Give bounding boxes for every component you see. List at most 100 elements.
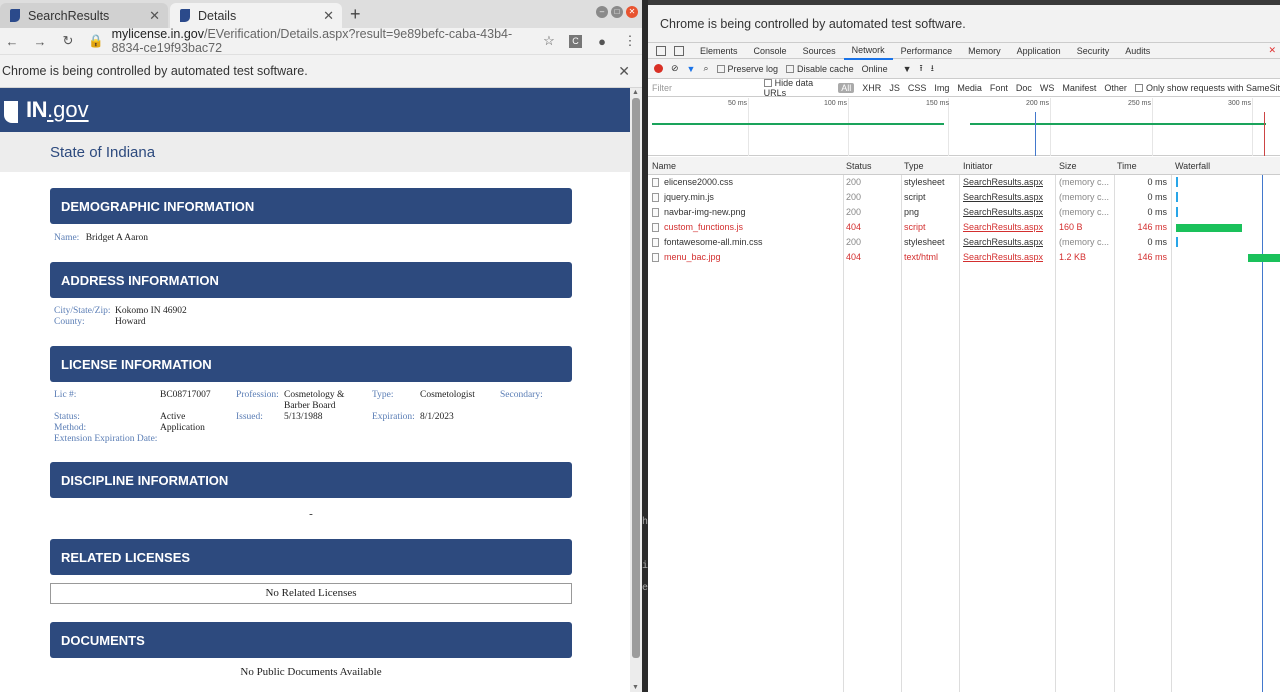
filter-type-js[interactable]: JS <box>889 83 900 93</box>
throttle-select[interactable]: Online ▼ <box>862 64 912 74</box>
tab-performance[interactable]: Performance <box>893 43 961 59</box>
inspect-element-icon[interactable] <box>656 45 666 56</box>
table-row[interactable]: custom_functions.js 404 script SearchResult… <box>648 220 1280 235</box>
filter-type-media[interactable]: Media <box>957 83 982 93</box>
scrollbar-thumb[interactable] <box>632 98 640 658</box>
request-initiator[interactable]: SearchResults.aspx <box>963 205 1043 220</box>
address-bar[interactable]: 🔒 mylicense.in.gov/EVerification/Details… <box>88 27 529 55</box>
in-gov-logo[interactable]: IN .gov <box>4 97 89 123</box>
col-type[interactable]: Type <box>904 157 924 175</box>
disable-cache-checkbox[interactable]: Disable cache <box>786 64 854 74</box>
table-row[interactable]: menu_bac.jpg 404 text/html SearchResults.as… <box>648 250 1280 265</box>
tab-application[interactable]: Application <box>1009 43 1069 59</box>
table-row[interactable]: navbar-img-new.png 200 png SearchResults.as… <box>648 205 1280 220</box>
overview-bar <box>970 123 1266 125</box>
col-name[interactable]: Name <box>652 157 676 175</box>
table-row[interactable]: fontawesome-all.min.css 200 stylesheet Sear… <box>648 235 1280 250</box>
ext-expiration-label: Extension Expiration Date: <box>54 434 158 444</box>
tab-memory[interactable]: Memory <box>960 43 1009 59</box>
request-initiator[interactable]: SearchResults.aspx <box>963 190 1043 205</box>
county-label: County: <box>54 317 85 327</box>
import-har-icon[interactable]: ⭱ <box>920 61 923 77</box>
network-table-header: Name Status Type Initiator Size Time Wat… <box>648 157 1280 175</box>
tab-details[interactable]: Details ✕ <box>170 3 342 28</box>
samesite-checkbox[interactable]: Only show requests with SameSit <box>1134 83 1280 93</box>
network-filter-bar: Filter Hide data URLs All XHR JS CSS Img… <box>648 78 1280 98</box>
tab-elements[interactable]: Elements <box>692 43 746 59</box>
filter-input[interactable]: Filter <box>648 83 756 93</box>
request-initiator[interactable]: SearchResults.aspx <box>963 250 1043 265</box>
method-value: Application <box>160 423 205 433</box>
maximize-icon[interactable]: □ <box>611 6 623 18</box>
section-demographic: DEMOGRAPHIC INFORMATION <box>50 188 572 224</box>
filter-type-other[interactable]: Other <box>1104 83 1127 93</box>
devtools-infobar: Chrome is being controlled by automated … <box>648 5 1280 43</box>
tab-sources[interactable]: Sources <box>795 43 844 59</box>
site-header: IN .gov <box>0 88 630 132</box>
request-type: script <box>904 222 926 232</box>
tab-audits[interactable]: Audits <box>1117 43 1158 59</box>
filter-funnel-icon[interactable]: ▼ <box>687 64 696 74</box>
request-initiator[interactable]: SearchResults.aspx <box>963 220 1043 235</box>
col-initiator[interactable]: Initiator <box>963 157 993 175</box>
profile-icon[interactable]: ● <box>594 34 610 49</box>
close-tab-icon[interactable]: ✕ <box>149 8 160 24</box>
forward-icon[interactable]: → <box>32 34 48 49</box>
table-row[interactable]: elicense2000.css 200 stylesheet SearchResul… <box>648 175 1280 190</box>
filter-type-ws[interactable]: WS <box>1040 83 1055 93</box>
tab-searchresults[interactable]: SearchResults ✕ <box>0 3 168 28</box>
col-waterfall[interactable]: Waterfall <box>1175 157 1210 175</box>
bookmark-star-icon[interactable]: ☆ <box>541 33 557 49</box>
filter-type-font[interactable]: Font <box>990 83 1008 93</box>
extension-icon[interactable]: C <box>569 34 582 48</box>
hide-data-urls-checkbox[interactable]: Hide data URLs <box>763 78 831 98</box>
new-tab-icon[interactable]: + <box>350 4 361 25</box>
back-icon[interactable]: ← <box>4 34 20 49</box>
col-size[interactable]: Size <box>1059 157 1077 175</box>
profession-value-2: Barber Board <box>284 401 336 411</box>
filter-type-doc[interactable]: Doc <box>1016 83 1032 93</box>
filter-type-css[interactable]: CSS <box>908 83 927 93</box>
scroll-up-icon[interactable]: ▲ <box>632 89 639 96</box>
issued-label: Issued: <box>236 412 263 422</box>
favicon-icon <box>10 9 20 22</box>
preserve-log-checkbox[interactable]: Preserve log <box>716 64 778 74</box>
table-row[interactable]: jquery.min.js 200 script SearchResults.aspx… <box>648 190 1280 205</box>
reload-icon[interactable]: ↻ <box>60 33 76 49</box>
tab-console[interactable]: Console <box>746 43 795 59</box>
clear-icon[interactable]: ⊘ <box>671 63 679 74</box>
tick-label: 200 ms <box>1026 100 1049 107</box>
scroll-down-icon[interactable]: ▼ <box>632 684 639 691</box>
record-icon[interactable] <box>654 64 663 73</box>
request-initiator[interactable]: SearchResults.aspx <box>963 235 1043 250</box>
filter-type-all[interactable]: All <box>838 82 855 93</box>
search-icon[interactable]: ⌕ <box>703 63 708 74</box>
request-type: png <box>904 207 920 217</box>
request-name: navbar-img-new.png <box>664 207 746 217</box>
export-har-icon[interactable]: ⭳ <box>931 61 934 77</box>
request-size: (memory c... <box>1059 177 1110 187</box>
col-time[interactable]: Time <box>1117 157 1137 175</box>
close-tab-icon[interactable]: ✕ <box>323 8 334 24</box>
col-status[interactable]: Status <box>846 157 872 175</box>
device-toolbar-icon[interactable] <box>674 45 684 56</box>
filter-type-manifest[interactable]: Manifest <box>1062 83 1096 93</box>
file-icon <box>652 253 659 262</box>
status-label: Status: <box>54 412 80 422</box>
infobar-close-icon[interactable]: ✕ <box>618 63 630 80</box>
lic-value: BC08717007 <box>160 390 211 400</box>
tab-security[interactable]: Security <box>1069 43 1118 59</box>
tab-network[interactable]: Network <box>843 42 893 60</box>
county-value: Howard <box>115 317 146 327</box>
devtools-close-icon[interactable]: ✕ <box>1268 45 1276 56</box>
filter-type-img[interactable]: Img <box>934 83 949 93</box>
page-scrollbar[interactable]: ▲ ▼ <box>630 88 642 692</box>
request-initiator[interactable]: SearchResults.aspx <box>963 175 1043 190</box>
state-title: State of Indiana <box>50 143 156 161</box>
minimize-icon[interactable]: – <box>596 6 608 18</box>
window-close-icon[interactable]: ✕ <box>626 6 638 18</box>
menu-kebab-icon[interactable]: ⋮ <box>622 33 638 49</box>
method-label: Method: <box>54 423 87 433</box>
request-name: custom_functions.js <box>664 222 744 232</box>
filter-type-xhr[interactable]: XHR <box>862 83 881 93</box>
